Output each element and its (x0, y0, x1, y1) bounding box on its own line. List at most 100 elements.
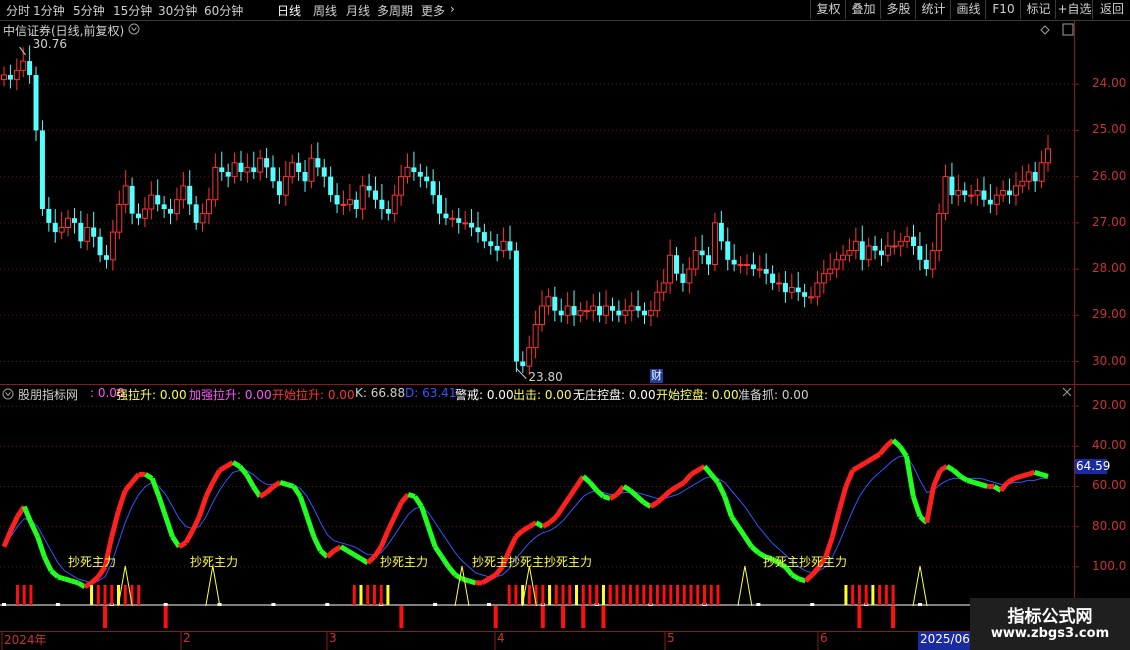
toolbar-button-1[interactable]: 叠加 (845, 0, 881, 19)
signal-bar (575, 585, 579, 605)
signal-bar (676, 585, 680, 605)
candle-body (507, 241, 513, 251)
candle-body (725, 241, 731, 260)
candle (430, 169, 436, 204)
candle-body (244, 166, 251, 173)
candle-body (449, 217, 456, 220)
candle-body (116, 203, 123, 233)
zero-marker (756, 603, 761, 606)
signal-bar (864, 585, 868, 605)
candle (129, 177, 135, 225)
candle-body (97, 236, 103, 256)
indicator-value-1: 强拉升: 0.00 (116, 388, 187, 402)
timeframe-tab-4[interactable]: 30分钟 (158, 2, 197, 19)
k-segment (588, 480, 599, 493)
candle-body (1038, 162, 1045, 182)
k-segment (1006, 476, 1016, 485)
candle-body (231, 162, 238, 178)
candle-body (814, 282, 821, 298)
toolbar-button-4[interactable]: 画线 (950, 0, 986, 19)
signal-bar (581, 585, 585, 605)
timeframe-tab-5[interactable]: 60分钟 (204, 2, 243, 19)
k-segment (904, 455, 916, 497)
candle-body (962, 190, 968, 196)
candle (577, 302, 584, 323)
fin-marker: 财 (650, 369, 663, 383)
timeframe-tab-8[interactable]: 月线 (346, 2, 370, 19)
signal-bars (15, 585, 1017, 628)
signal-bar (561, 585, 565, 605)
zero-marker (2, 603, 6, 606)
candle (308, 144, 315, 189)
candle-body (1019, 180, 1026, 187)
k-segment (28, 521, 40, 538)
candle-body (520, 361, 526, 367)
timeframe-tab-2[interactable]: 5分钟 (73, 2, 105, 19)
signal-label: 抄死主力 (190, 555, 239, 569)
candle (469, 209, 475, 237)
toolbar-button-8[interactable]: 返回 (1092, 0, 1130, 19)
zero-marker (55, 603, 60, 606)
price-axis-label: 25.00 (1092, 122, 1127, 137)
candle-body (308, 157, 315, 182)
timeframe-tab-7[interactable]: 周线 (313, 2, 337, 19)
toolbar-button-2[interactable]: 多股 (880, 0, 916, 19)
watermark-title: 指标公式网 (1007, 607, 1093, 627)
k-segment (177, 540, 188, 549)
k-segment (669, 484, 679, 493)
k-segment (851, 464, 861, 473)
candle (116, 190, 123, 240)
k-segment (130, 472, 141, 485)
candle (244, 153, 251, 183)
k-segment (622, 484, 632, 493)
candle-body (583, 310, 590, 313)
candle-body (884, 245, 891, 256)
k-segment (183, 529, 195, 544)
timeframe-tab-10[interactable]: 更多 (421, 2, 445, 19)
candle (1032, 161, 1038, 192)
candle (199, 203, 206, 232)
candle-body (488, 241, 494, 246)
indicator-value-3: 开始拉升: 0.00 (272, 388, 355, 402)
toolbar-button-7[interactable]: +自选 (1055, 0, 1093, 19)
candle-body (136, 213, 142, 219)
timeframe-tab-1[interactable]: 1分钟 (33, 2, 65, 19)
timeframe-tab-9[interactable]: 多周期 (377, 2, 413, 19)
k-segment (190, 515, 202, 532)
more-arrow-icon[interactable]: › (450, 2, 455, 16)
candle (1045, 135, 1051, 172)
candle-body (743, 263, 750, 266)
timeframe-tab-0[interactable]: 分时 (6, 2, 30, 19)
toolbar-button-5[interactable]: F10 (985, 0, 1021, 19)
candle (955, 174, 962, 206)
candle-body (289, 162, 296, 178)
right-axis-border (1074, 20, 1075, 632)
signal-label: 抄死主抄死主抄死主力 (472, 555, 593, 569)
candle-body (430, 181, 436, 196)
candle (257, 149, 264, 181)
price-axis-label: 27.00 (1092, 214, 1127, 229)
timeframe-tab-3[interactable]: 15分钟 (113, 2, 152, 19)
signal-bar (507, 585, 511, 605)
candle-body (33, 74, 39, 131)
candle (583, 300, 590, 320)
candle (686, 257, 693, 294)
candle-body (949, 176, 955, 196)
indicator-name: 股朋指标网 (18, 388, 79, 402)
candle (398, 164, 405, 206)
candle (603, 290, 610, 325)
k-segment (461, 576, 470, 584)
toolbar-button-6[interactable]: 标记 (1020, 0, 1056, 19)
candle (993, 186, 1000, 216)
candle (91, 211, 97, 248)
timeframe-tab-6[interactable]: 日线 (277, 2, 301, 19)
candle-body (770, 273, 776, 283)
toolbar-button-3[interactable]: 统计 (915, 0, 951, 19)
k-segment (251, 485, 263, 498)
candle-body (993, 194, 1000, 205)
candle (750, 252, 756, 277)
toolbar-button-0[interactable]: 复权 (810, 0, 846, 19)
candle (571, 290, 577, 326)
candle (609, 297, 615, 322)
expand-panel-icon (1062, 23, 1074, 36)
